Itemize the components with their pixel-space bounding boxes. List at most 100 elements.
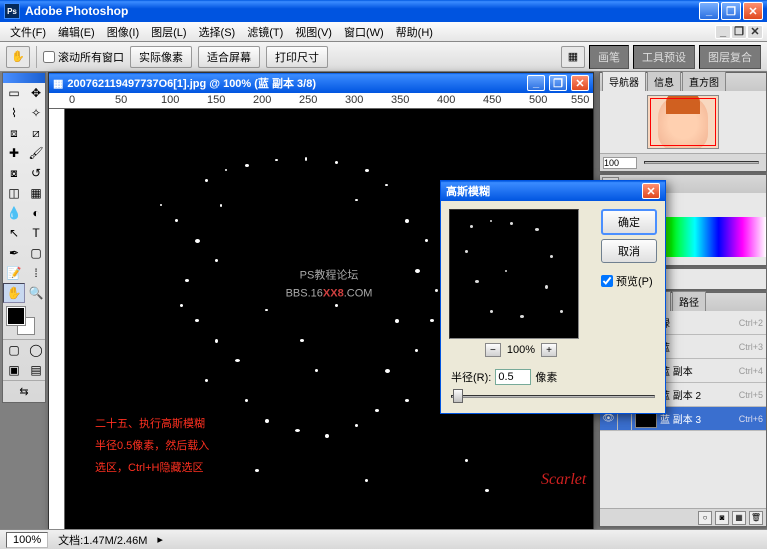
menu-view[interactable]: 视图(V) (289, 22, 338, 42)
close-button[interactable]: ✕ (743, 2, 763, 20)
menu-help[interactable]: 帮助(H) (390, 22, 439, 42)
menu-window[interactable]: 窗口(W) (338, 22, 390, 42)
doc-x-button[interactable]: ✕ (571, 75, 589, 91)
maximize-button[interactable]: ❐ (721, 2, 741, 20)
doc-max-button[interactable]: ❐ (549, 75, 567, 91)
quickmask-mode[interactable]: ◯ (25, 340, 47, 360)
status-zoom[interactable]: 100% (6, 532, 48, 548)
eraser-tool[interactable]: ◫ (3, 183, 25, 203)
path-tool[interactable]: ↖ (3, 223, 25, 243)
tab-info[interactable]: 信息 (647, 71, 681, 91)
zoom-out-button[interactable]: − (485, 343, 501, 357)
dialog-titlebar[interactable]: 高斯模糊 ✕ (441, 181, 665, 201)
palette-well-icon[interactable]: ▦ (561, 46, 585, 68)
doc-close-button[interactable]: ✕ (747, 25, 763, 39)
type-tool[interactable]: T (25, 223, 47, 243)
actual-pixels-button[interactable]: 实际像素 (130, 46, 192, 68)
screen-mode-2[interactable]: ▤ (25, 360, 47, 380)
wand-tool[interactable]: ✧ (25, 103, 47, 123)
zoom-in-button[interactable]: + (541, 343, 557, 357)
navigator-thumbnail[interactable] (647, 95, 719, 149)
doc-minimize-button[interactable]: _ (715, 25, 731, 39)
gaussian-blur-dialog: 高斯模糊 ✕ − 100% + (440, 180, 666, 414)
hand-tool[interactable]: ✋ (3, 283, 25, 303)
well-layer-comps[interactable]: 图层复合 (699, 45, 761, 69)
menu-layer[interactable]: 图层(L) (145, 22, 192, 42)
scroll-all-checkbox[interactable]: 滚动所有窗口 (43, 49, 124, 65)
screen-mode-1[interactable]: ▣ (3, 360, 25, 380)
nav-zoom-slider[interactable] (644, 161, 759, 164)
tab-histogram[interactable]: 直方图 (682, 71, 726, 91)
scroll-all-label: 滚动所有窗口 (58, 49, 124, 65)
status-bar: 100% 文档:1.47M/2.46M ▸ (0, 529, 767, 549)
pen-tool[interactable]: ✒ (3, 243, 25, 263)
dodge-tool[interactable]: ◐ (25, 203, 47, 223)
ruler-vertical[interactable] (49, 109, 65, 529)
marquee-tool[interactable]: ▭ (3, 83, 25, 103)
minimize-button[interactable]: _ (699, 2, 719, 20)
heal-tool[interactable]: ✚ (3, 143, 25, 163)
foreground-color[interactable] (7, 307, 25, 325)
stamp-tool[interactable]: ⧇ (3, 163, 25, 183)
menu-image[interactable]: 图像(I) (101, 22, 145, 42)
hand-tool-icon[interactable]: ✋ (6, 46, 30, 68)
status-arrow-icon[interactable]: ▸ (157, 533, 163, 546)
dialog-close-button[interactable]: ✕ (642, 183, 660, 199)
ok-button[interactable]: 确定 (601, 209, 657, 235)
dialog-preview[interactable] (449, 209, 579, 339)
menu-edit[interactable]: 编辑(E) (52, 22, 101, 42)
status-docinfo: 文档:1.47M/2.46M (58, 532, 147, 548)
color-swatches[interactable] (5, 305, 43, 337)
jump-to-imageready[interactable]: ⇆ (3, 380, 45, 402)
load-selection-icon[interactable]: ○ (698, 511, 712, 525)
zoom-tool[interactable]: 🔍 (25, 283, 47, 303)
channel-name: 绿 (660, 315, 739, 330)
tab-navigator[interactable]: 导航器 (602, 71, 646, 91)
channel-name: 蓝 副本 2 (660, 387, 739, 402)
notes-tool[interactable]: 📝 (3, 263, 25, 283)
dialog-title: 高斯模糊 (446, 183, 490, 199)
menu-select[interactable]: 选择(S) (193, 22, 242, 42)
nav-zoom-input[interactable] (603, 157, 637, 169)
gradient-tool[interactable]: ▦ (25, 183, 47, 203)
instruction-text: 二十五、执行高斯模糊 半径0.5像素，然后载入 选区，Ctrl+H隐藏选区 (95, 413, 209, 479)
eyedropper-tool[interactable]: ⁞ (25, 263, 47, 283)
crop-tool[interactable]: ⧈ (3, 123, 25, 143)
radius-unit: 像素 (535, 369, 557, 385)
doc-restore-button[interactable]: ❐ (731, 25, 747, 39)
tab-paths[interactable]: 路径 (672, 291, 706, 311)
blur-tool[interactable]: 💧 (3, 203, 25, 223)
app-title: Adobe Photoshop (25, 4, 699, 18)
toolbox-header[interactable] (3, 73, 45, 83)
channel-shortcut: Ctrl+3 (739, 342, 766, 352)
radius-input[interactable] (495, 369, 531, 385)
options-bar: ✋ 滚动所有窗口 实际像素 适合屏幕 打印尺寸 ▦ 画笔 工具预设 图层复合 (0, 42, 767, 72)
standard-mode[interactable]: ▢ (3, 340, 25, 360)
new-channel-icon[interactable]: ▦ (732, 511, 746, 525)
preview-checkbox[interactable]: 预览(P) (601, 273, 657, 289)
channel-name: 蓝 副本 3 (660, 411, 739, 426)
channel-shortcut: Ctrl+2 (739, 318, 766, 328)
slice-tool[interactable]: ⧄ (25, 123, 47, 143)
cancel-button[interactable]: 取消 (601, 239, 657, 263)
delete-channel-icon[interactable]: 🗑 (749, 511, 763, 525)
menu-file[interactable]: 文件(F) (4, 22, 52, 42)
history-brush-tool[interactable]: ↺ (25, 163, 47, 183)
save-selection-icon[interactable]: ◙ (715, 511, 729, 525)
radius-slider[interactable] (451, 389, 655, 403)
print-size-button[interactable]: 打印尺寸 (266, 46, 328, 68)
document-titlebar[interactable]: ▦ 200762119497737O6[1].jpg @ 100% (蓝 副本 … (49, 73, 593, 93)
well-tool-presets[interactable]: 工具预设 (633, 45, 695, 69)
preview-label: 预览(P) (616, 273, 653, 289)
shape-tool[interactable]: ▢ (25, 243, 47, 263)
menu-filter[interactable]: 滤镜(T) (241, 22, 289, 42)
document-title: 200762119497737O6[1].jpg @ 100% (蓝 副本 3/… (67, 75, 316, 91)
ruler-horizontal[interactable]: 050 100150 200250 300350 400450 500550 (49, 93, 593, 109)
channel-shortcut: Ctrl+6 (739, 414, 766, 424)
move-tool[interactable]: ✥ (25, 83, 47, 103)
brush-tool[interactable]: 🖌 (25, 143, 47, 163)
fit-screen-button[interactable]: 适合屏幕 (198, 46, 260, 68)
well-brushes[interactable]: 画笔 (589, 45, 629, 69)
lasso-tool[interactable]: ⌇ (3, 103, 25, 123)
doc-min-button[interactable]: _ (527, 75, 545, 91)
